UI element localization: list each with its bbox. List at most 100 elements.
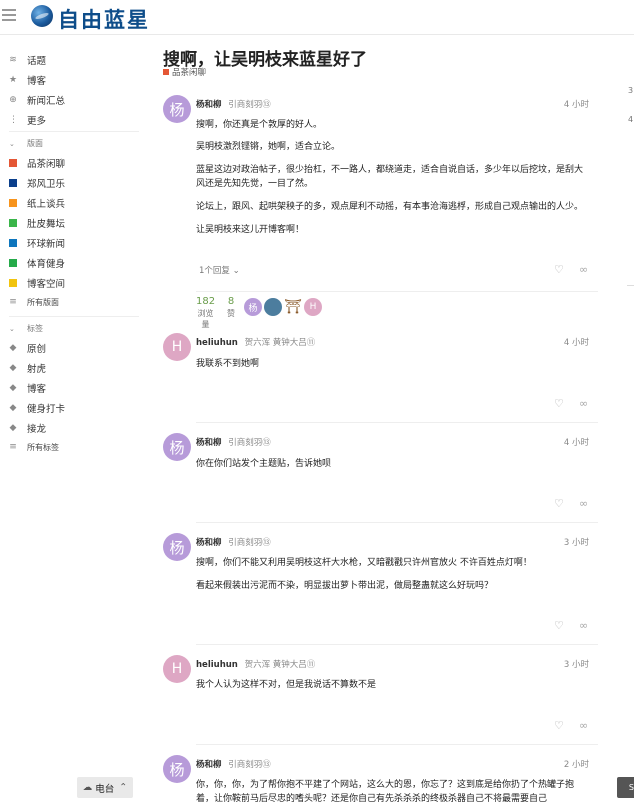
user-title: 引商刻羽⑬: [228, 438, 271, 448]
post-time[interactable]: 4 小时: [564, 336, 589, 348]
username[interactable]: 杨和柳: [196, 760, 222, 770]
likes-stat: 8 赞: [227, 296, 235, 318]
username[interactable]: 杨和柳: [196, 538, 222, 548]
post-meta: heliuhun 贺六浑 黄钟大吕⑪: [196, 336, 315, 348]
tag-icon: ◆: [9, 423, 17, 433]
share-link-icon[interactable]: ∞: [579, 263, 588, 276]
like-heart-icon[interactable]: ♡: [554, 397, 564, 410]
post-divider: [196, 744, 598, 745]
post-paragraph: 搜啊，你们不能又利用吴明枝这杆大水枪，又暗戳戳只许州官放火 不许百姓点灯啊！: [196, 558, 532, 568]
avatar[interactable]: 杨: [163, 755, 191, 783]
sidebar-item-more[interactable]: ⋮ 更多: [9, 111, 46, 129]
sidebar-item-blog[interactable]: ★ 博客: [9, 71, 46, 89]
user-title: 贺六浑 黄钟大吕⑪: [244, 338, 316, 348]
sidebar-category-1[interactable]: 郑风卫乐: [9, 174, 65, 192]
category-color-icon: [9, 179, 17, 187]
post-divider: [196, 291, 598, 292]
views-stat: 182 浏览量: [196, 296, 216, 329]
sidebar-tag-0[interactable]: ◆ 原创: [9, 339, 46, 357]
tag-icon: ◆: [9, 363, 17, 373]
share-link-icon[interactable]: ∞: [579, 619, 588, 632]
like-heart-icon[interactable]: ♡: [554, 497, 564, 510]
post-paragraph: 论坛上，跟风、起哄架秧子的多，观点犀利不动摇，有本事沧海逃桴，形成自己观点输出的…: [196, 202, 584, 212]
category-color-icon: [9, 159, 17, 167]
radio-button[interactable]: ☁ 电台 ⌃: [77, 777, 133, 798]
username[interactable]: heliuhun: [196, 660, 238, 670]
category-color-icon: [9, 279, 17, 287]
sidebar-item-news[interactable]: ⊕ 新闻汇总: [9, 91, 65, 109]
post-meta: 杨和柳 引商刻羽⑬: [196, 536, 271, 548]
sidebar-category-3[interactable]: 肚皮舞坛: [9, 214, 65, 232]
participant-avatar[interactable]: H: [304, 298, 322, 316]
sidebar-category-6[interactable]: 博客空间: [9, 274, 65, 292]
sidebar-item-topics[interactable]: ≋ 话题: [9, 51, 46, 69]
user-title: 贺六浑 黄钟大吕⑪: [244, 660, 316, 670]
post-time[interactable]: 3 小时: [564, 658, 589, 670]
more-icon: ⋮: [9, 115, 18, 125]
replies-toggle-button[interactable]: 1个回复 ⌄: [199, 264, 240, 276]
tag-icon: ◆: [9, 383, 17, 393]
post-time[interactable]: 4 小时: [564, 98, 589, 110]
user-title: 引商刻羽⑬: [228, 100, 271, 110]
like-heart-icon[interactable]: ♡: [554, 719, 564, 732]
tags-header[interactable]: ⌄ 标签: [9, 323, 43, 334]
sidebar-all-tags[interactable]: ≡ 所有标签: [9, 438, 59, 456]
timeline-tick: [627, 285, 634, 286]
username[interactable]: heliuhun: [196, 338, 238, 348]
sidebar-tag-4[interactable]: ◆ 接龙: [9, 419, 46, 437]
logo-globe-icon[interactable]: [31, 5, 53, 27]
like-heart-icon[interactable]: ♡: [554, 263, 564, 276]
share-link-icon[interactable]: ∞: [579, 719, 588, 732]
post-time[interactable]: 2 小时: [564, 758, 589, 770]
post-time[interactable]: 3 小时: [564, 536, 589, 548]
corner-button[interactable]: S: [617, 777, 634, 798]
sidebar-category-0[interactable]: 品茶闲聊: [9, 154, 65, 172]
post-time[interactable]: 4 小时: [564, 436, 589, 448]
category-color-icon: [163, 69, 169, 75]
sidebar-category-4[interactable]: 环球新闻: [9, 234, 65, 252]
site-header: 自由蓝星: [0, 0, 634, 35]
post: 杨 杨和柳 引商刻羽⑬ 3 小时 搜啊，你们不能又利用吴明枝这杆大水枪，又暗戳戳…: [163, 533, 598, 645]
avatar[interactable]: 杨: [163, 533, 191, 561]
post: H heliuhun 贺六浑 黄钟大吕⑪ 3 小时 我个人认为这样不对，但是我说…: [163, 655, 598, 745]
tag-icon: ◆: [9, 403, 17, 413]
share-link-icon[interactable]: ∞: [579, 497, 588, 510]
post-meta: 杨和柳 引商刻羽⑬: [196, 436, 271, 448]
hamburger-menu-icon[interactable]: [2, 9, 16, 21]
like-heart-icon[interactable]: ♡: [554, 619, 564, 632]
post-divider: [196, 422, 598, 423]
avatar[interactable]: H: [163, 655, 191, 683]
chevron-down-icon: ⌄: [9, 324, 15, 333]
sidebar-tag-2[interactable]: ◆ 博客: [9, 379, 46, 397]
sidebar-tag-3[interactable]: ◆ 健身打卡: [9, 399, 65, 417]
share-link-icon[interactable]: ∞: [579, 397, 588, 410]
participant-avatar[interactable]: ⛩: [284, 298, 302, 316]
post-meta: 杨和柳 引商刻羽⑬: [196, 98, 271, 110]
avatar[interactable]: 杨: [163, 433, 191, 461]
sidebar-all-categories[interactable]: ≡ 所有版面: [9, 293, 59, 311]
participant-avatar[interactable]: [264, 298, 282, 316]
sidebar-tag-1[interactable]: ◆ 射虎: [9, 359, 46, 377]
categories-header[interactable]: ⌄ 版面: [9, 138, 43, 149]
avatar[interactable]: H: [163, 333, 191, 361]
sidebar-category-2[interactable]: 纸上谈兵: [9, 194, 65, 212]
sidebar-divider: [9, 316, 139, 317]
participant-avatar[interactable]: 杨: [244, 298, 262, 316]
timeline-number: 3: [628, 86, 634, 95]
topic-category-badge[interactable]: 品茶闲聊: [163, 66, 206, 78]
post-paragraph: 吴明枝激烈铿锵，她啊，适合立论。: [196, 142, 341, 152]
post-meta: 杨和柳 引商刻羽⑬: [196, 758, 271, 770]
post-meta: heliuhun 贺六浑 黄钟大吕⑪: [196, 658, 315, 670]
chevron-down-icon: ⌄: [232, 266, 240, 276]
post: 杨 杨和柳 引商刻羽⑬ 2 小时 你，你，你，为了帮你抱不平建了个网站，这么大的…: [163, 755, 598, 804]
avatar[interactable]: 杨: [163, 95, 191, 123]
site-logo[interactable]: 自由蓝星: [58, 4, 150, 34]
category-color-icon: [9, 259, 17, 267]
user-title: 引商刻羽⑬: [228, 538, 271, 548]
globe-icon: ⊕: [9, 95, 17, 105]
post: 杨 杨和柳 引商刻羽⑬ 4 小时 搜啊，你还真是个敦厚的好人。 吴明枝激烈铿锵，…: [163, 95, 598, 325]
username[interactable]: 杨和柳: [196, 438, 222, 448]
sidebar-category-5[interactable]: 体育健身: [9, 254, 65, 272]
sidebar-divider: [9, 131, 139, 132]
username[interactable]: 杨和柳: [196, 100, 222, 110]
